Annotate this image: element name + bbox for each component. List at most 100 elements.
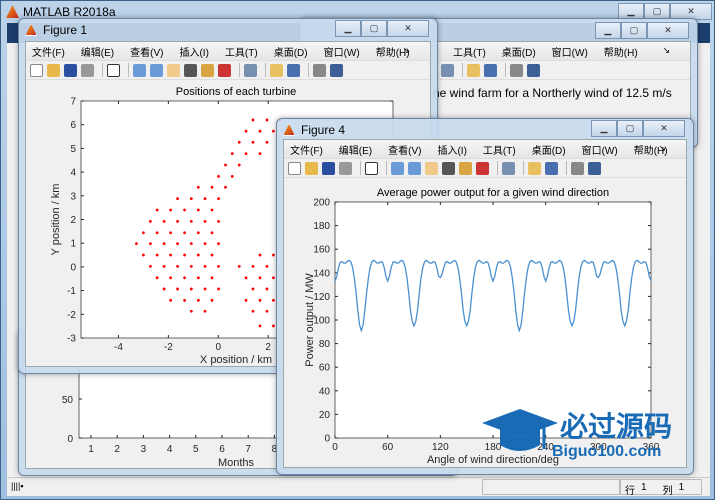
legend-icon[interactable]: [545, 161, 558, 175]
zoom-in-icon[interactable]: [391, 161, 404, 175]
turbine-point: [272, 253, 275, 257]
link-plot-icon[interactable]: [244, 63, 257, 77]
legend-icon[interactable]: [287, 63, 300, 77]
print-icon[interactable]: [339, 161, 352, 175]
close-button[interactable]: ✕: [643, 120, 685, 137]
maximize-button[interactable]: ▢: [361, 20, 387, 37]
save-icon[interactable]: [322, 161, 335, 175]
menu-item[interactable]: 窗口(W): [324, 44, 360, 59]
rotate-3d-icon[interactable]: [184, 63, 197, 77]
turbine-point: [224, 163, 227, 167]
menu-item[interactable]: 桌面(D): [502, 44, 536, 59]
zoom-in-icon[interactable]: [133, 63, 146, 77]
hide-plot-tools-icon[interactable]: [510, 63, 523, 77]
colorbar-icon[interactable]: [467, 63, 480, 77]
toolbar-separator: [308, 63, 309, 77]
show-plot-tools-icon[interactable]: [330, 63, 343, 77]
zoom-out-icon[interactable]: [408, 161, 421, 175]
turbine-point: [251, 309, 255, 313]
turbine-point: [244, 152, 248, 156]
y-tick-label: 200: [313, 198, 330, 209]
turbine-point: [183, 276, 186, 280]
y-tick-label: 6: [70, 120, 76, 131]
close-button[interactable]: ✕: [387, 20, 429, 37]
dock-arrow-icon[interactable]: ↘: [662, 45, 670, 56]
legend-icon[interactable]: [484, 63, 497, 77]
hide-plot-tools-icon[interactable]: [313, 63, 326, 77]
menu-item[interactable]: 工具(T): [453, 44, 486, 59]
menu-item[interactable]: 桌面(D): [532, 142, 566, 157]
pan-hand-icon[interactable]: [167, 63, 180, 77]
menu-item[interactable]: 帮助(H): [604, 44, 638, 59]
show-plot-tools-icon[interactable]: [588, 161, 601, 175]
menu-item[interactable]: 工具(T): [483, 142, 516, 157]
menu-item[interactable]: 桌面(D): [274, 44, 308, 59]
x-tick-label: -4: [114, 342, 123, 353]
matlab-logo-icon: [283, 124, 295, 136]
new-file-icon[interactable]: [288, 161, 301, 175]
print-icon[interactable]: [81, 63, 94, 77]
pointer-icon[interactable]: [107, 63, 120, 77]
menu-item[interactable]: 文件(F): [32, 44, 65, 59]
brush-icon[interactable]: [476, 161, 489, 175]
x-tick-label: 7: [245, 444, 251, 455]
turbine-point: [203, 287, 207, 291]
link-plot-icon[interactable]: [441, 63, 454, 77]
status-field: [482, 479, 620, 495]
status-grip-icon[interactable]: ||||▪: [11, 481, 24, 491]
turbine-point: [176, 219, 179, 223]
dock-arrow-icon[interactable]: ↘: [658, 143, 666, 154]
maximize-button[interactable]: ▢: [621, 22, 647, 39]
open-folder-icon[interactable]: [305, 161, 318, 175]
menu-bar: 文件(F) 编辑(E) 查看(V) 插入(I) 工具(T) 桌面(D) 窗口(W) 帮助(H)…: [284, 140, 686, 159]
menu-item[interactable]: 插入(I): [437, 142, 466, 157]
pointer-icon[interactable]: [365, 161, 378, 175]
y-tick-label: 50: [62, 395, 74, 406]
close-button[interactable]: ✕: [647, 22, 689, 39]
turbine-point: [155, 208, 159, 212]
menu-item[interactable]: 编辑(E): [81, 44, 114, 59]
minimize-button[interactable]: ▁: [591, 120, 617, 137]
hide-plot-tools-icon[interactable]: [571, 161, 584, 175]
toolbar-separator: [128, 63, 129, 77]
new-file-icon[interactable]: [30, 63, 43, 77]
minimize-button[interactable]: ▁: [335, 20, 361, 37]
menu-item[interactable]: 工具(T): [225, 44, 258, 59]
turbine-point: [189, 219, 193, 223]
menu-item[interactable]: 文件(F): [290, 142, 323, 157]
turbine-point: [251, 140, 255, 144]
rotate-3d-icon[interactable]: [442, 161, 455, 175]
x-tick-label: 0: [332, 442, 338, 453]
turbine-point: [162, 265, 166, 268]
maximize-button[interactable]: ▢: [617, 120, 643, 137]
y-tick-label: 5: [70, 144, 76, 155]
turbine-point: [196, 231, 200, 235]
menu-item[interactable]: 查看(V): [130, 44, 163, 59]
menu-item[interactable]: 查看(V): [388, 142, 421, 157]
data-cursor-icon[interactable]: [459, 161, 472, 175]
brush-icon[interactable]: [218, 63, 231, 77]
dock-arrow-icon[interactable]: ↘: [402, 45, 410, 56]
data-cursor-icon[interactable]: [201, 63, 214, 77]
menu-item[interactable]: 窗口(W): [582, 142, 618, 157]
y-tick-label: 0: [70, 262, 76, 273]
colorbar-icon[interactable]: [528, 161, 541, 175]
y-tick-label: 40: [319, 386, 331, 397]
zoom-out-icon[interactable]: [150, 63, 163, 77]
menu-item[interactable]: 插入(I): [179, 44, 208, 59]
pan-hand-icon[interactable]: [425, 161, 438, 175]
colorbar-icon[interactable]: [270, 63, 283, 77]
chart-title: Average power output for a given wind di…: [377, 187, 609, 199]
link-plot-icon[interactable]: [502, 161, 515, 175]
turbine-point: [142, 231, 145, 235]
turbine-point: [210, 231, 214, 235]
menu-item[interactable]: 编辑(E): [339, 142, 372, 157]
turbine-point: [265, 118, 269, 122]
save-icon[interactable]: [64, 63, 77, 77]
minimize-button[interactable]: ▁: [595, 22, 621, 39]
turbine-point: [217, 197, 220, 201]
turbine-point: [142, 253, 145, 257]
menu-item[interactable]: 窗口(W): [552, 44, 588, 59]
open-folder-icon[interactable]: [47, 63, 60, 77]
show-plot-tools-icon[interactable]: [527, 63, 540, 77]
